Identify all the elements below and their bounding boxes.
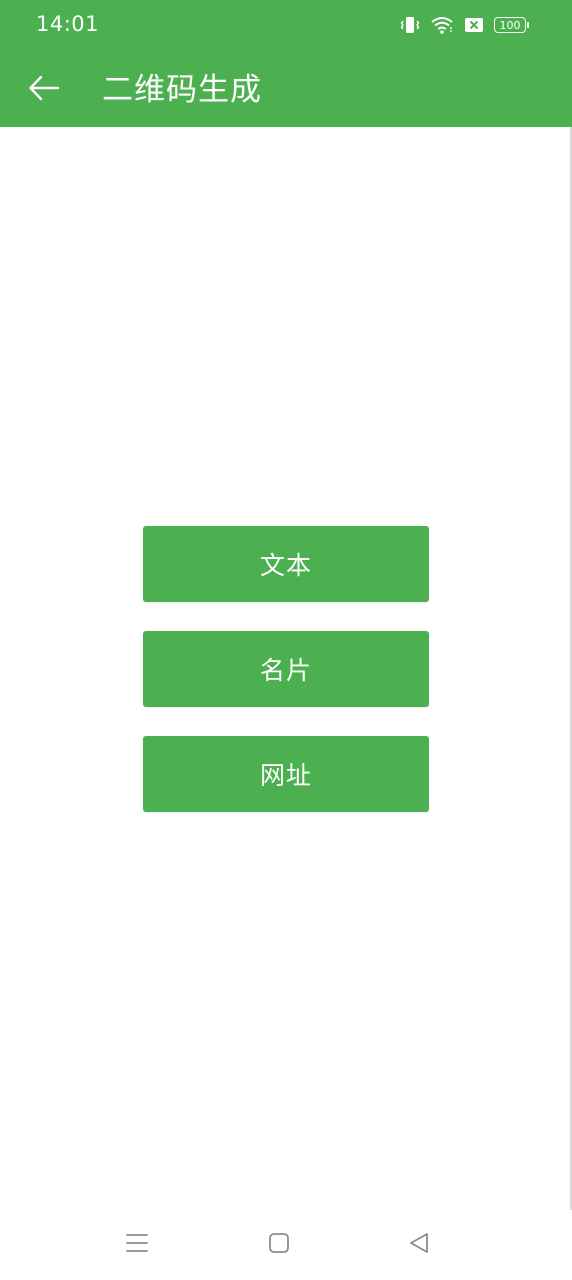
status-time: 14:01 [36, 12, 100, 36]
nav-home-button[interactable] [259, 1230, 299, 1260]
arrow-left-icon [28, 74, 60, 106]
business-card-qr-button[interactable]: 名片 [143, 631, 429, 707]
vibrate-icon [400, 15, 420, 35]
sim-off-icon [464, 16, 484, 34]
home-icon [267, 1231, 291, 1259]
nav-back-button[interactable] [399, 1230, 439, 1260]
back-triangle-icon [407, 1231, 431, 1259]
status-bar: 14:01 100 [0, 0, 572, 52]
page-title: 二维码生成 [102, 72, 262, 108]
text-qr-button[interactable]: 文本 [143, 526, 429, 602]
nav-menu-button[interactable] [117, 1230, 157, 1260]
wifi-icon [430, 15, 454, 35]
system-nav-bar [0, 1210, 572, 1280]
status-icons: 100 [400, 14, 529, 36]
app-bar: 二维码生成 [0, 52, 572, 127]
battery-level: 100 [499, 18, 521, 32]
menu-icon [125, 1232, 149, 1258]
back-button[interactable] [22, 70, 66, 110]
battery-icon: 100 [494, 17, 529, 33]
url-qr-button[interactable]: 网址 [143, 736, 429, 812]
